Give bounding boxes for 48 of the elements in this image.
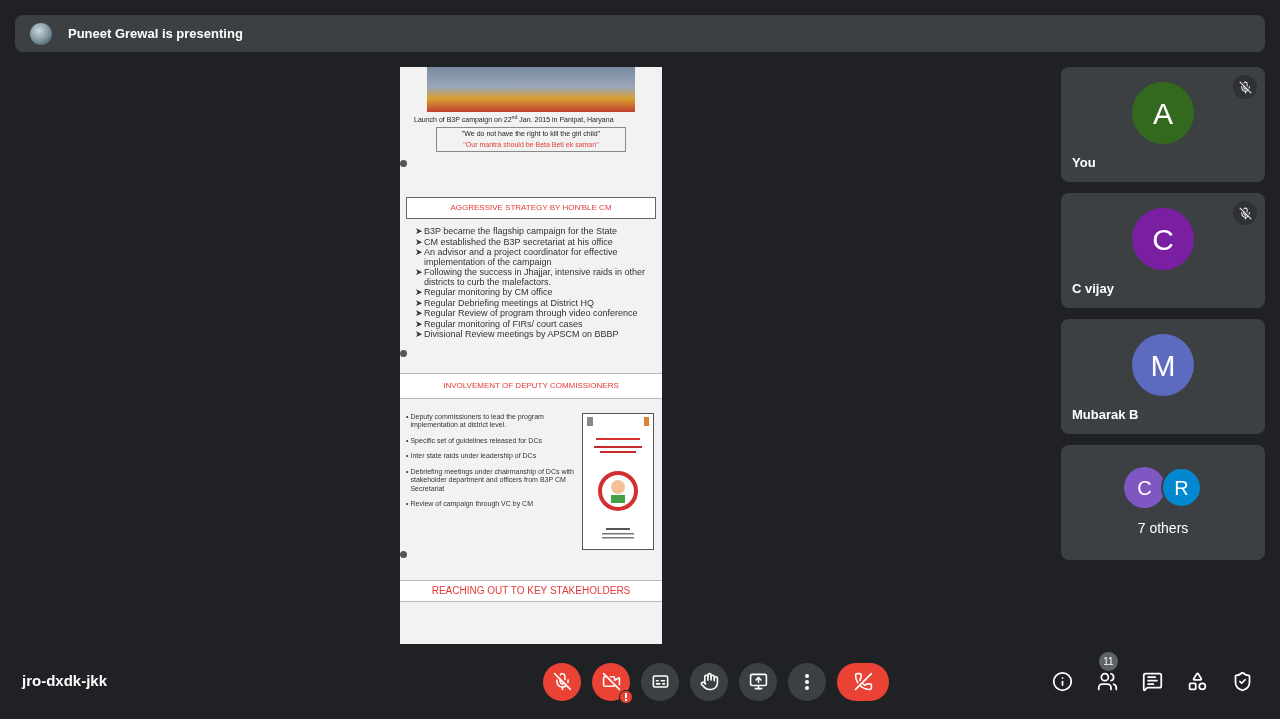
bullet-marker: ➤ [415, 227, 423, 237]
captions-icon [650, 672, 670, 691]
participant-name: Mubarak B [1072, 406, 1140, 424]
page-number-icon [400, 349, 407, 357]
raise-hand-button[interactable] [690, 662, 728, 701]
presenter-label: Puneet Grewal is presenting [68, 24, 243, 43]
captions-button[interactable] [641, 662, 679, 701]
present-screen-icon [748, 672, 768, 691]
bullet-marker: ➤ [415, 237, 423, 247]
participant-name: You [1072, 154, 1097, 172]
section-heading: INVOLVEMENT OF DEPUTY COMMISSIONERS [443, 379, 619, 392]
meeting-details-button[interactable] [1050, 669, 1074, 694]
leave-call-button[interactable] [837, 662, 889, 701]
mic-off-icon [552, 672, 572, 691]
bullet-marker: ➤ [415, 248, 423, 259]
bullet-marker: ➤ [415, 330, 423, 340]
bullet-marker: ➤ [415, 268, 423, 279]
phone-hangup-icon [853, 672, 873, 691]
bullet-marker: ➤ [415, 319, 423, 329]
camera-off-icon [601, 672, 621, 691]
section-heading: AGGRESSIVE STRATEGY BY HON'BLE CM [450, 202, 612, 214]
bullet-text: Following the success in Jhajjar, intensive raids in other districts to curb the malefactors. [424, 268, 647, 287]
meeting-code: jro-dxdk-jkk [22, 671, 109, 692]
page-number-icon [400, 160, 407, 167]
present-button[interactable] [739, 662, 777, 701]
participant-name: C vijay [1072, 280, 1115, 298]
warning-icon [619, 689, 633, 704]
bullet-text: CM established the B3P secretariat at his office [424, 237, 613, 247]
avatar-icon [30, 22, 52, 45]
bullet-text: Regular Debriefing meetings at District HQ [424, 298, 595, 308]
bullet-text: Divisional Review meetings by APSCM on BBBP [424, 330, 619, 340]
bullet-text: Regular monitoring by CM office [424, 288, 553, 298]
others-count: 7 others [1137, 519, 1189, 538]
more-icon [805, 673, 809, 690]
bullet-marker: ➤ [415, 288, 423, 298]
more-options-button[interactable] [788, 662, 826, 701]
bullet-marker: ➤ [415, 309, 423, 319]
camera-button[interactable] [592, 662, 630, 701]
bullet-text: Regular monitoring of FIRs/ court cases [424, 319, 583, 329]
page-number-icon [400, 550, 407, 558]
bullet-marker: ➤ [415, 298, 423, 308]
section-heading: REACHING OUT TO KEY STAKEHOLDERS [431, 584, 631, 598]
hand-icon [699, 672, 719, 691]
count-badge: 11 [1099, 651, 1118, 671]
bullet-text: Regular Review of program through video conference [424, 309, 638, 319]
bullet-text: B3P became the flagship campaign for the State [424, 227, 617, 237]
bullet-text: An advisor and a project coordinator for effective implementation of the campaign [424, 248, 619, 267]
microphone-button[interactable] [543, 662, 581, 701]
